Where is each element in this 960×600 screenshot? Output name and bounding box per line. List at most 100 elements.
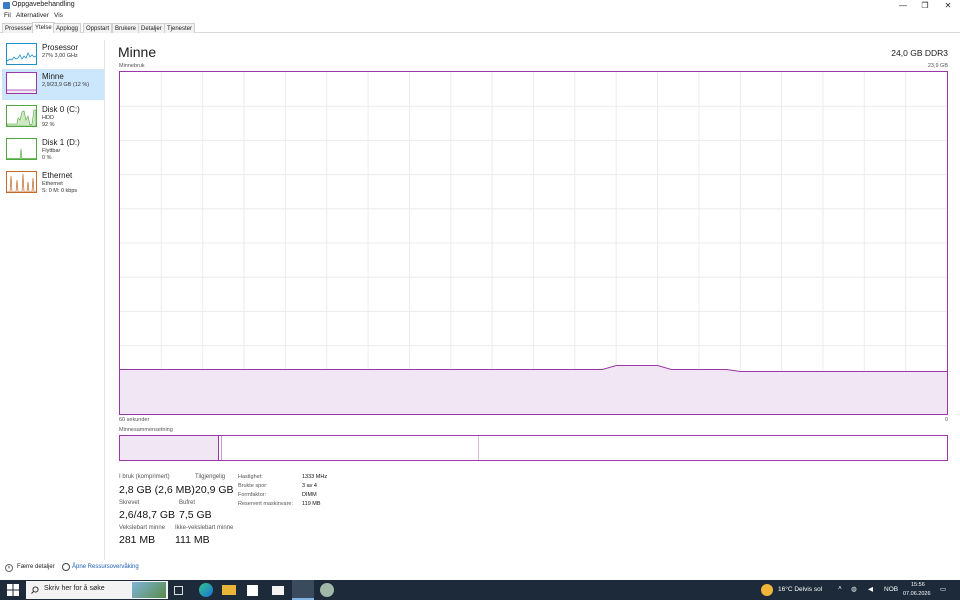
notifications-icon[interactable]: ▭ xyxy=(940,585,946,593)
clock-date[interactable]: 07.06.2026 xyxy=(903,591,931,597)
sidebar-item-disk-1[interactable]: Disk 1 (D:) Flyttbar 0 % xyxy=(2,135,104,166)
file-explorer-icon[interactable] xyxy=(222,585,236,595)
maximize-button[interactable]: ❐ xyxy=(914,0,936,11)
paged-pool-label: Vekslebart minne xyxy=(119,525,166,531)
available-label: Tilgjengelig xyxy=(195,474,226,480)
sidebar-item-disk-0[interactable]: Disk 0 (C:) HDD 92 % xyxy=(2,102,104,133)
app-taskbar-icon[interactable] xyxy=(320,583,334,597)
chevron-up-tray-icon[interactable]: ˄ xyxy=(838,585,842,592)
weather-icon[interactable] xyxy=(761,584,773,596)
windows-start-icon[interactable] xyxy=(6,583,20,597)
time-span-label: 60 sekunder xyxy=(119,417,150,423)
sidebar-item-label: Ethernet xyxy=(42,171,73,180)
weather-text[interactable]: 16°C Delvis sol xyxy=(778,586,822,593)
menu-options[interactable]: Alternativer xyxy=(16,12,49,19)
tab-startup[interactable]: Oppstart xyxy=(83,23,113,33)
resource-monitor-icon xyxy=(62,563,70,571)
menu-file[interactable]: Fil xyxy=(4,12,11,19)
footer-bar: ˄ Færre detaljer Åpne Ressursovervåking xyxy=(0,560,960,580)
nonpaged-pool-value: 111 MB xyxy=(175,534,210,546)
available-value: 20,9 GB xyxy=(195,484,234,496)
memory-spec: 24,0 GB DDR3 xyxy=(891,48,948,58)
sidebar-item-memory[interactable]: Minne 2,9/23,9 GB (12 %) xyxy=(2,69,104,100)
network-icon[interactable]: ◍ xyxy=(851,585,857,593)
search-icon xyxy=(31,586,39,594)
task-view-icon[interactable] xyxy=(174,586,183,595)
window-title: Oppgavebehandling xyxy=(12,1,75,8)
memory-usage-chart xyxy=(120,72,947,414)
in-use-value: 2,8 GB (2,6 MB) xyxy=(119,484,195,496)
reserved-label: Reservert maskinvare: xyxy=(238,501,294,507)
store-icon[interactable] xyxy=(247,585,258,596)
taskbar: Skriv her for å søke 16°C Delvis sol ˄ ◍… xyxy=(0,580,960,600)
memory-composition-bar xyxy=(119,435,948,461)
search-placeholder: Skriv her for å søke xyxy=(44,585,105,592)
cached-value: 7,5 GB xyxy=(179,509,212,521)
task-manager-window: Oppgavebehandling — ❐ ✕ Fil Alternativer… xyxy=(0,0,960,580)
task-manager-app-icon xyxy=(3,2,10,9)
sidebar-item-detail-2: 0 % xyxy=(42,155,52,161)
language-indicator[interactable]: NOB xyxy=(884,586,898,593)
sidebar-item-detail: Flyttbar xyxy=(42,148,61,154)
sidebar-item-detail: HDD xyxy=(42,115,54,121)
form-factor-label: Formfaktor: xyxy=(238,492,267,498)
memory-panel: Minne 24,0 GB DDR3 Minnebruk 23,9 GB 60 … xyxy=(105,33,960,560)
cpu-thumbnail-graph xyxy=(6,43,37,65)
memory-usage-graph xyxy=(119,71,948,415)
slots-label: Brukte spor: xyxy=(238,483,268,489)
title-bar: Oppgavebehandling — ❐ ✕ xyxy=(0,0,960,11)
sidebar-item-cpu[interactable]: Prosessor 27% 3,00 GHz xyxy=(2,40,104,71)
disk-0-thumbnail-graph xyxy=(6,105,37,127)
sidebar-item-detail-2: S: 0 M: 0 kbps xyxy=(42,188,78,194)
ethernet-thumbnail-graph xyxy=(6,171,37,193)
clock-time[interactable]: 15:56 xyxy=(911,582,925,588)
memory-thumbnail-graph xyxy=(6,72,37,94)
open-resource-monitor-link[interactable]: Åpne Ressursovervåking xyxy=(72,564,139,570)
form-factor-value: DIMM xyxy=(302,492,317,498)
task-manager-taskbar-button[interactable] xyxy=(292,580,314,600)
sidebar-item-label: Disk 0 (C:) xyxy=(42,105,80,114)
tab-users[interactable]: Brukere xyxy=(112,23,140,33)
tab-details[interactable]: Detaljer xyxy=(138,23,165,33)
in-use-label: I bruk (komprimert) xyxy=(119,474,170,480)
mail-icon[interactable] xyxy=(272,586,284,595)
close-button[interactable]: ✕ xyxy=(937,0,959,11)
memory-composition-label: Minnesammensetning xyxy=(119,427,173,433)
edge-browser-icon[interactable] xyxy=(199,583,213,597)
paged-pool-value: 281 MB xyxy=(119,534,156,546)
composition-standby-divider xyxy=(478,436,479,460)
memory-max-label: 23,9 GB xyxy=(927,63,948,69)
tab-app-history[interactable]: Applogg xyxy=(53,23,82,33)
sidebar-item-detail-2: 92 % xyxy=(42,122,55,128)
tab-performance[interactable]: Ytelse xyxy=(32,22,55,33)
sidebar-item-detail: 27% 3,00 GHz xyxy=(42,53,78,59)
chevron-up-icon[interactable]: ˄ xyxy=(5,564,13,572)
disk-1-thumbnail-graph xyxy=(6,138,37,160)
sidebar-item-ethernet[interactable]: Ethernet Ethernet S: 0 M: 0 kbps xyxy=(2,168,104,199)
composition-in-use xyxy=(120,436,219,460)
page-title: Minne xyxy=(118,44,157,60)
tab-processes[interactable]: Prosesser xyxy=(2,23,36,33)
committed-label: Skrevet xyxy=(119,500,140,506)
sidebar-item-detail: 2,9/23,9 GB (12 %) xyxy=(42,82,90,88)
taskbar-search-box[interactable]: Skriv her for å søke xyxy=(26,581,168,599)
minimize-button[interactable]: — xyxy=(892,0,914,11)
fewer-details-link[interactable]: Færre detaljer xyxy=(17,564,55,570)
sidebar-item-label: Prosessor xyxy=(42,43,79,52)
slots-value: 3 av 4 xyxy=(302,483,317,489)
performance-sidebar: Prosessor 27% 3,00 GHz Minne 2,9/23,9 GB… xyxy=(0,40,105,560)
speed-label: Hastighet: xyxy=(238,474,263,480)
tab-services[interactable]: Tjenester xyxy=(164,23,196,33)
committed-value: 2,6/48,7 GB xyxy=(119,509,176,521)
volume-icon[interactable]: ◀ xyxy=(868,585,873,593)
sidebar-item-detail: Ethernet xyxy=(42,181,63,187)
search-highlight-image xyxy=(132,582,166,598)
memory-usage-label: Minnebruk xyxy=(119,63,145,69)
tab-bar: Prosesser Ytelse Applogg Oppstart Bruker… xyxy=(0,22,960,33)
sidebar-item-label: Disk 1 (D:) xyxy=(42,138,80,147)
sidebar-item-label: Minne xyxy=(42,72,64,81)
composition-modified xyxy=(221,436,222,460)
menu-view[interactable]: Vis xyxy=(54,12,63,19)
memory-usage-area xyxy=(120,365,947,414)
time-zero-label: 0 xyxy=(944,417,948,423)
